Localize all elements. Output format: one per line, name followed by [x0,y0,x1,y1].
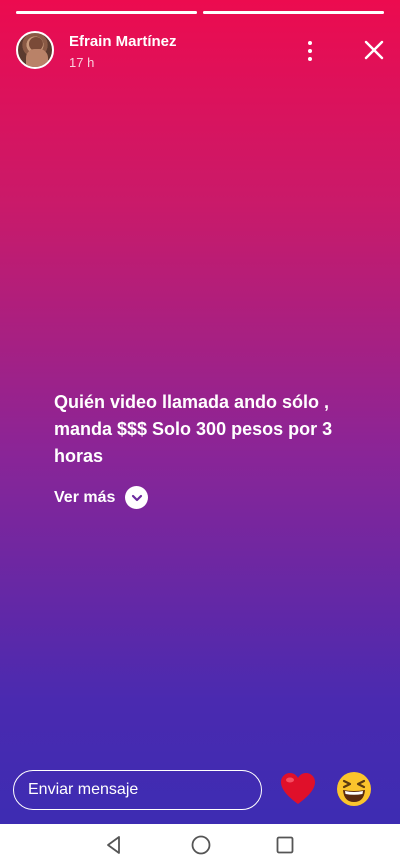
android-nav-bar [0,824,400,866]
see-more-label: Ver más [54,488,116,506]
progress-segment [203,11,384,14]
story-header: Efrain Martínez 17 h [16,28,388,74]
triangle-back-icon[interactable] [102,833,126,857]
kebab-menu-icon[interactable] [300,38,320,64]
avatar[interactable] [16,31,54,69]
story-viewer: Efrain Martínez 17 h Quién video llamada… [0,0,400,824]
story-progress [16,11,384,14]
story-caption: Quién video llamada ando sólo , manda $$… [54,392,333,466]
circle-home-icon[interactable] [189,833,213,857]
close-icon[interactable] [360,36,388,64]
emoji-partial[interactable] [390,769,400,809]
chevron-down-icon [125,486,149,509]
author-name[interactable]: Efrain Martínez [69,33,177,50]
story-timestamp: 17 h [69,55,95,70]
grinning-squinting-face-emoji[interactable] [334,769,374,809]
message-input[interactable] [13,770,262,810]
see-more-button[interactable]: Ver más [54,486,149,509]
heart-emoji[interactable] [278,769,318,809]
square-recents-icon[interactable] [273,833,297,857]
progress-segment [16,11,197,14]
